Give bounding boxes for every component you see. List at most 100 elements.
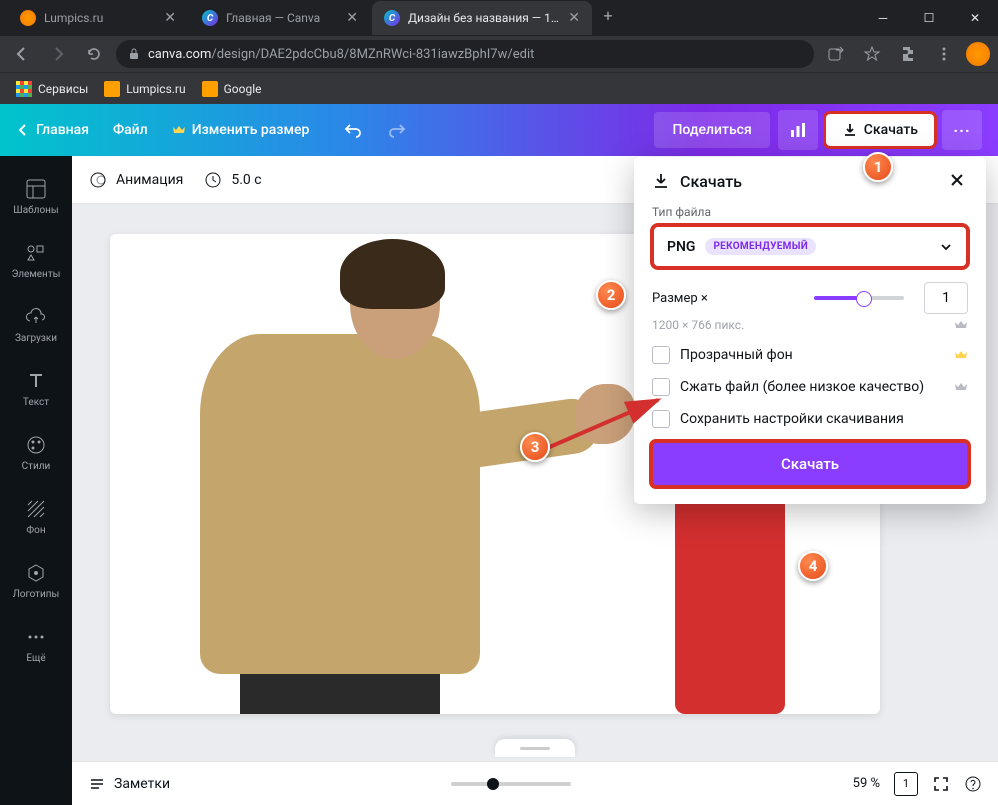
sidetab-styles[interactable]: Стили	[0, 420, 72, 484]
bookmark-label: Google	[224, 82, 262, 96]
image-person-left	[140, 234, 510, 714]
notes-icon	[88, 775, 106, 793]
chevron-down-icon	[939, 240, 953, 254]
share-button[interactable]: Поделиться	[654, 112, 769, 148]
close-panel-button[interactable]	[948, 171, 968, 191]
menu-icon[interactable]	[930, 40, 958, 68]
bottom-bar: Заметки 59 % 1	[72, 761, 998, 805]
share-url-icon[interactable]	[822, 40, 850, 68]
hatch-icon	[24, 497, 48, 521]
animation-button[interactable]: Анимация	[88, 170, 183, 190]
home-link[interactable]: Главная	[16, 122, 89, 138]
url-domain: canva.com	[148, 47, 211, 62]
close-window-button[interactable]: ✕	[952, 0, 998, 36]
bookmarks-bar: Сервисы Lumpics.ru Google	[0, 72, 998, 104]
tab-canva-home[interactable]: C Главная — Canva ✕	[190, 1, 370, 35]
notes-button[interactable]: Заметки	[88, 775, 170, 793]
page-indicator[interactable]: 1	[894, 772, 918, 796]
minimize-button[interactable]: ─	[860, 0, 906, 36]
bookmark-google[interactable]: Google	[202, 81, 262, 97]
help-button[interactable]	[964, 775, 982, 793]
save-settings-row[interactable]: Сохранить настройки скачивания	[652, 410, 968, 428]
bookmark-label: Lumpics.ru	[126, 82, 185, 96]
dimensions-text: 1200 × 766 пикс.	[652, 318, 744, 332]
bookmark-services[interactable]: Сервисы	[16, 81, 88, 97]
tab-canva-design[interactable]: C Дизайн без названия — 1200 ✕	[372, 1, 592, 35]
browser-titlebar: Lumpics.ru ✕ C Главная — Canva ✕ C Дизай…	[0, 0, 998, 36]
redo-button[interactable]	[377, 110, 417, 150]
transparent-bg-row[interactable]: Прозрачный фон	[652, 346, 968, 364]
resize-label: Изменить размер	[192, 122, 310, 138]
apps-grid-icon	[16, 81, 32, 97]
file-type-label: Тип файла	[652, 205, 968, 219]
reload-button[interactable]	[80, 40, 108, 68]
sidetab-more[interactable]: Ещё	[0, 612, 72, 676]
sidetab-templates[interactable]: Шаблоны	[0, 164, 72, 228]
analytics-button[interactable]	[778, 110, 818, 150]
size-input[interactable]	[924, 282, 968, 314]
callout-1: 1	[863, 152, 893, 182]
crown-icon	[954, 348, 968, 362]
download-panel-header: Скачать	[634, 157, 986, 205]
bookmark-label: Сервисы	[38, 82, 88, 96]
more-button[interactable]: ···	[942, 110, 982, 150]
zoom-control	[184, 782, 839, 786]
back-button[interactable]	[8, 40, 36, 68]
zoom-percent[interactable]: 59 %	[853, 776, 880, 791]
download-button[interactable]: Скачать	[826, 114, 934, 146]
side-panel-tabs: Шаблоны Элементы Загрузки Текст Стили Фо…	[0, 156, 72, 805]
close-icon[interactable]: ✕	[346, 10, 358, 26]
extensions-icon[interactable]	[894, 40, 922, 68]
sidetab-text[interactable]: Текст	[0, 356, 72, 420]
download-confirm-button[interactable]: Скачать	[652, 442, 968, 486]
close-icon[interactable]: ✕	[568, 10, 580, 26]
maximize-button[interactable]: ☐	[906, 0, 952, 36]
templates-icon	[24, 177, 48, 201]
tab-lumpics[interactable]: Lumpics.ru ✕	[8, 1, 188, 35]
bottom-right: 1	[894, 772, 982, 796]
resize-menu[interactable]: Изменить размер	[172, 122, 310, 138]
file-type-select[interactable]: PNG РЕКОМЕНДУЕМЫЙ	[652, 225, 968, 268]
cloud-upload-icon	[24, 305, 48, 329]
tab-title: Дизайн без названия — 1200	[408, 11, 560, 25]
callout-3: 3	[520, 432, 550, 462]
recommended-badge: РЕКОМЕНДУЕМЫЙ	[705, 238, 816, 255]
annotation-arrow	[540, 394, 670, 454]
logo-icon	[24, 561, 48, 585]
file-type-value: PNG	[667, 239, 695, 255]
url-path: /design/DAE2pdcCbu8/8MZnRWci-831iawzBphI…	[211, 47, 534, 62]
sidetab-elements[interactable]: Элементы	[0, 228, 72, 292]
sidetab-logos[interactable]: Логотипы	[0, 548, 72, 612]
sidetab-uploads[interactable]: Загрузки	[0, 292, 72, 356]
duration-button[interactable]: 5.0 с	[203, 170, 261, 190]
favicon-orange	[20, 10, 36, 26]
zoom-slider[interactable]	[451, 782, 571, 786]
folder-icon	[104, 81, 120, 97]
animation-icon	[88, 170, 108, 190]
tab-title: Главная — Canva	[226, 11, 338, 25]
page-handle[interactable]	[495, 739, 575, 757]
profile-avatar[interactable]	[966, 42, 990, 66]
undo-button[interactable]	[333, 110, 373, 150]
url-bar[interactable]: canva.com/design/DAE2pdcCbu8/8MZnRWci-83…	[116, 40, 814, 68]
close-icon[interactable]: ✕	[164, 10, 176, 26]
new-tab-button[interactable]: +	[594, 1, 622, 29]
favicon-canva: C	[384, 10, 400, 26]
size-slider[interactable]	[814, 296, 904, 300]
star-icon[interactable]	[858, 40, 886, 68]
download-label: Скачать	[864, 122, 918, 138]
home-label: Главная	[36, 122, 89, 138]
fullscreen-button[interactable]	[932, 775, 950, 793]
download-icon	[842, 122, 858, 138]
canva-topbar: Главная Файл Изменить размер Поделиться …	[0, 104, 998, 156]
checkbox[interactable]	[652, 346, 670, 364]
canva-app: Главная Файл Изменить размер Поделиться …	[0, 104, 998, 805]
compress-row[interactable]: Сжать файл (более низкое качество)	[652, 378, 968, 396]
size-row: Размер ×	[652, 282, 968, 314]
forward-button[interactable]	[44, 40, 72, 68]
bookmark-lumpics[interactable]: Lumpics.ru	[104, 81, 185, 97]
browser-tabs: Lumpics.ru ✕ C Главная — Canva ✕ C Дизай…	[0, 1, 860, 35]
folder-icon	[202, 81, 218, 97]
file-menu[interactable]: Файл	[113, 122, 148, 138]
sidetab-background[interactable]: Фон	[0, 484, 72, 548]
